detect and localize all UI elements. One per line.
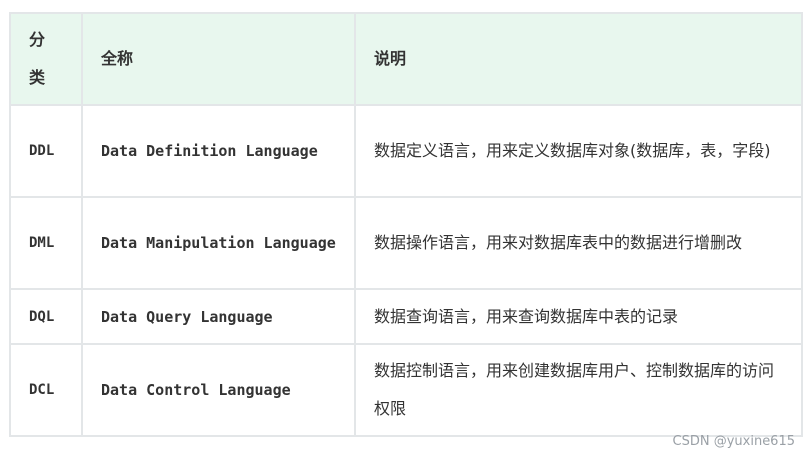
table-row: DCL Data Control Language 数据控制语言，用来创建数据库… bbox=[9, 343, 803, 437]
row-description: 数据控制语言，用来创建数据库用户、控制数据库的访问权限 bbox=[354, 343, 803, 437]
row-abbr: DQL bbox=[9, 288, 83, 345]
row-description: 数据操作语言，用来对数据库表中的数据进行增删改 bbox=[354, 196, 803, 290]
table-row: DDL Data Definition Language 数据定义语言，用来定义… bbox=[9, 104, 803, 198]
row-abbr: DML bbox=[9, 196, 83, 290]
row-description: 数据查询语言，用来查询数据库中表的记录 bbox=[354, 288, 803, 345]
row-abbr: DCL bbox=[9, 343, 83, 437]
header-category: 分类 bbox=[9, 12, 83, 106]
row-fullname: Data Query Language bbox=[81, 288, 356, 345]
row-description: 数据定义语言，用来定义数据库对象(数据库，表，字段) bbox=[354, 104, 803, 198]
table-header-row: 分类 全称 说明 bbox=[9, 12, 803, 106]
row-fullname: Data Definition Language bbox=[81, 104, 356, 198]
table-row: DML Data Manipulation Language 数据操作语言，用来… bbox=[9, 196, 803, 290]
header-fullname: 全称 bbox=[81, 12, 356, 106]
row-fullname: Data Manipulation Language bbox=[81, 196, 356, 290]
header-description: 说明 bbox=[354, 12, 803, 106]
sql-category-table: 分类 全称 说明 DDL Data Definition Language 数据… bbox=[9, 12, 803, 437]
row-fullname: Data Control Language bbox=[81, 343, 356, 437]
table-row: DQL Data Query Language 数据查询语言，用来查询数据库中表… bbox=[9, 288, 803, 345]
watermark: CSDN @yuxine615 bbox=[672, 434, 795, 449]
row-abbr: DDL bbox=[9, 104, 83, 198]
